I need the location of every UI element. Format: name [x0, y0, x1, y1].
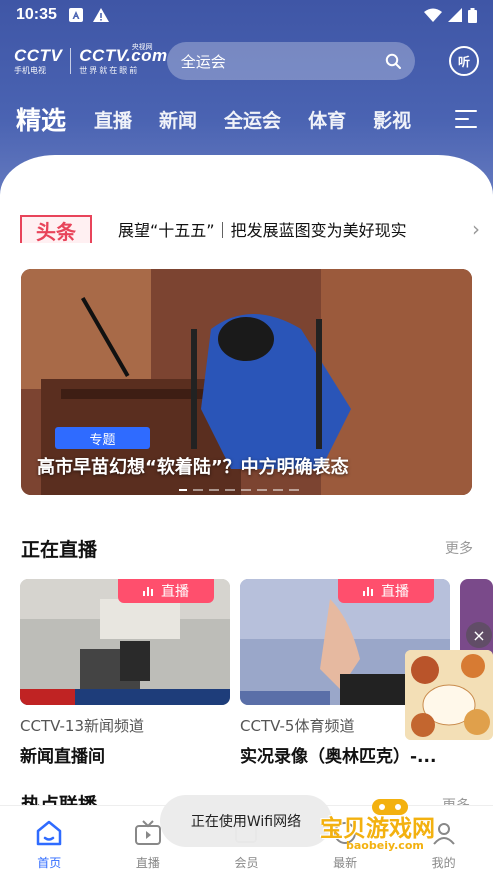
battery-icon	[468, 7, 477, 23]
live-badge-label: 直播	[161, 584, 189, 600]
listen-button[interactable]: 听	[449, 46, 479, 76]
featured-banner[interactable]: 专题 高市早苗幻想“软着陆”？中方明确表态	[21, 269, 472, 495]
channel-tabs: 精选 直播 新闻 全运会 体育 影视	[0, 96, 493, 142]
nav-vip-label: 会员	[234, 856, 259, 870]
live-badge: 直播	[338, 579, 434, 603]
toast-text: 正在使用Wifi网络	[190, 814, 302, 830]
tab-live[interactable]: 直播	[94, 106, 132, 133]
warning-icon	[92, 8, 109, 22]
menu-icon[interactable]	[455, 110, 477, 128]
live-badge-label: 直播	[381, 584, 409, 600]
nav-home-label: 首页	[37, 856, 62, 870]
app-logo: CCTV 手机电视 CCTV.com 央视网 世界就在眼前	[14, 43, 167, 75]
search-input[interactable]: 全运会	[166, 42, 415, 80]
nav-home[interactable]: 首页	[0, 806, 99, 878]
wifi-icon	[424, 8, 442, 22]
logo-cctvcom-small: 央视网	[131, 43, 153, 51]
tab-sports[interactable]: 体育	[308, 106, 346, 133]
floating-ad[interactable]	[405, 650, 493, 740]
headline-badge: 头条	[20, 215, 92, 244]
watermark-text: 宝贝游戏网	[320, 816, 435, 842]
tab-film[interactable]: 影视	[373, 106, 411, 133]
live-title: 新闻直播间	[20, 747, 105, 767]
live-card[interactable]: 直播 CCTV-13新闻频道 新闻直播间	[20, 579, 230, 767]
chevron-right-icon: ›	[472, 217, 480, 241]
headline-row[interactable]: 头条 展望“十五五”｜把发展蓝图变为美好现实 ›	[20, 212, 480, 246]
status-bar: 10:35	[0, 0, 493, 30]
accessibility-notification-icon	[68, 8, 83, 22]
home-icon	[37, 820, 62, 846]
watermark-logo: 宝贝游戏网 baobeiy.com	[316, 795, 466, 860]
logo-cctv: CCTV	[14, 46, 63, 65]
top-bar: CCTV 手机电视 CCTV.com 央视网 世界就在眼前 全运会 听	[0, 36, 493, 86]
live-bars-icon	[143, 586, 153, 596]
logo-cctv-sub: 手机电视	[14, 66, 46, 75]
live-section-header: 正在直播 更多	[21, 534, 473, 562]
search-icon	[385, 53, 401, 69]
live-section-title: 正在直播	[21, 538, 98, 561]
banner-title: 高市早苗幻想“软着陆”？中方明确表态	[37, 457, 349, 478]
banner-tag: 专题	[55, 427, 150, 449]
live-title: 实况录像（奥林匹克）-...	[240, 747, 437, 767]
logo-divider	[70, 48, 72, 74]
live-channel: CCTV-13新闻频道	[20, 717, 144, 735]
listen-label: 听	[457, 54, 470, 69]
live-more-link[interactable]: 更多	[445, 538, 473, 558]
watermark-url: baobeiy.com	[346, 839, 424, 852]
logo-slogan: 世界就在眼前	[79, 66, 140, 75]
network-toast: 正在使用Wifi网络	[160, 795, 332, 847]
logo-cctvcom: CCTV.com	[79, 46, 168, 65]
close-icon[interactable]: ×	[466, 622, 492, 648]
tab-news[interactable]: 新闻	[159, 106, 197, 133]
carousel-indicator	[179, 489, 299, 491]
search-placeholder: 全运会	[180, 52, 226, 71]
tv-icon	[134, 820, 161, 845]
status-time: 10:35	[16, 6, 57, 23]
nav-live-label: 直播	[135, 856, 160, 870]
live-thumbnail: 直播	[20, 579, 230, 705]
live-bars-icon	[363, 586, 373, 596]
live-badge: 直播	[118, 579, 214, 603]
tab-featured[interactable]: 精选	[16, 101, 66, 137]
tab-national-games[interactable]: 全运会	[224, 106, 281, 133]
headline-text: 展望“十五五”｜把发展蓝图变为美好现实	[118, 221, 407, 240]
signal-icon	[448, 8, 462, 22]
